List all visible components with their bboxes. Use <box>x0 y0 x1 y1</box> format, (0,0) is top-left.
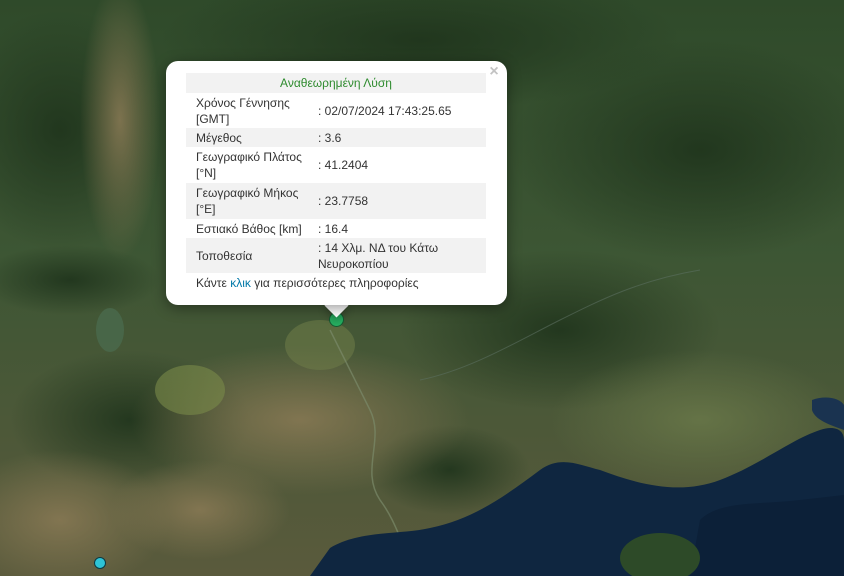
more-info-suffix: για περισσότερες πληροφορίες <box>250 276 419 290</box>
info-row-magnitude: Μέγεθος : 3.6 <box>186 128 486 147</box>
info-row-longitude: Γεωγραφικό Μήκος [°E] : 23.7758 <box>186 183 486 219</box>
info-value: : 3.6 <box>318 130 342 145</box>
terrain-plain <box>110 460 290 560</box>
info-row-origin-time: Χρόνος Γέννησης [GMT] : 02/07/2024 17:43… <box>186 93 486 128</box>
info-label: Χρόνος Γέννησης [GMT] <box>196 95 290 126</box>
info-value: : 14 Χλμ. ΝΔ του Κάτω Νευροκοπίου <box>318 240 439 271</box>
close-icon[interactable]: × <box>486 63 502 80</box>
more-info-link[interactable]: κλικ <box>230 276 251 290</box>
info-row-location: Τοποθεσία : 14 Χλμ. ΝΔ του Κάτω Νευροκοπ… <box>186 238 486 273</box>
info-value: : 02/07/2024 17:43:25.65 <box>318 103 452 118</box>
info-label: Γεωγραφικό Πλάτος [°N] <box>196 150 302 180</box>
info-row-latitude: Γεωγραφικό Πλάτος [°N] : 41.2404 <box>186 147 486 183</box>
earthquake-popup: × Αναθεωρημένη Λύση Χρόνος Γέννησης [GMT… <box>166 61 507 305</box>
info-label: Εστιακό Βάθος [km] <box>196 221 302 236</box>
info-value: : 23.7758 <box>318 194 369 208</box>
info-label: Μέγεθος <box>196 130 242 145</box>
info-value: : 16.4 <box>318 221 349 236</box>
info-value: : 41.2404 <box>318 158 369 172</box>
earthquake-marker-icon[interactable] <box>94 557 106 569</box>
popup-content: Αναθεωρημένη Λύση Χρόνος Γέννησης [GMT] … <box>186 73 486 291</box>
info-label: Γεωγραφικό Μήκος [°E] <box>196 186 299 216</box>
info-row-depth: Εστιακό Βάθος [km] : 16.4 <box>186 219 486 238</box>
more-info-text: Κάντε κλικ για περισσότερες πληροφορίες <box>186 275 486 291</box>
info-label: Τοποθεσία <box>196 248 253 263</box>
terrain-plain <box>155 365 225 415</box>
terrain-plain <box>285 320 355 370</box>
popup-title: Αναθεωρημένη Λύση <box>186 73 486 93</box>
more-info-prefix: Κάντε <box>196 276 231 290</box>
lake <box>96 308 124 352</box>
